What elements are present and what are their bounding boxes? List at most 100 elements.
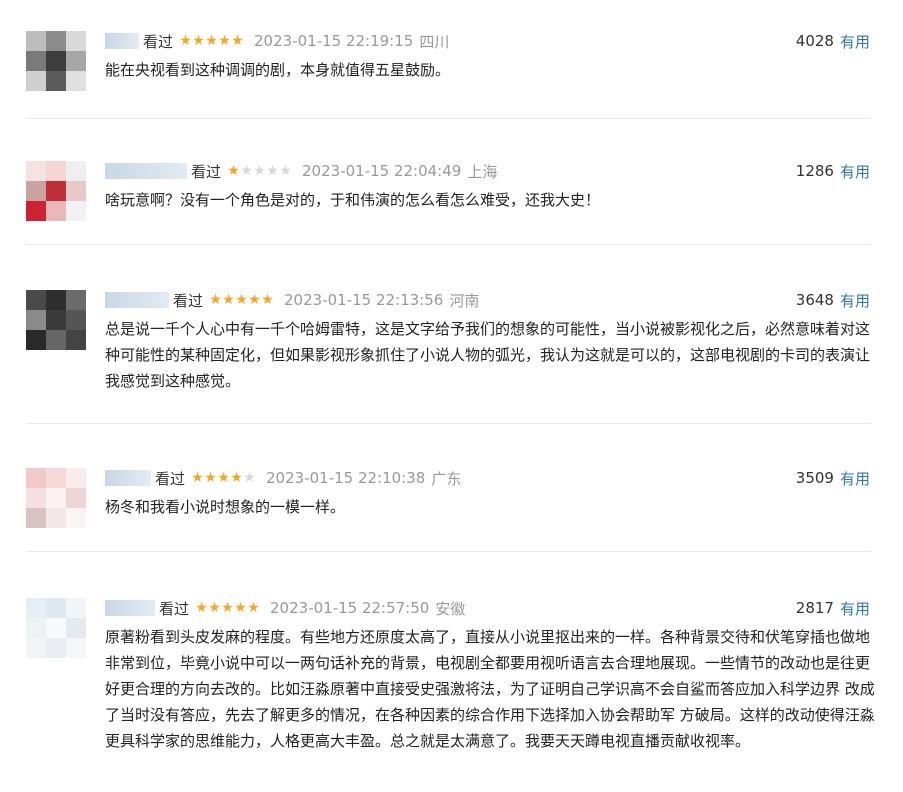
- review-content: 总是说一千个人心中有一千个哈姆雷特，这是文字给予我们的想象的可能性，当小说被影视…: [105, 320, 871, 390]
- avatar-pixel: [46, 71, 66, 91]
- username-blurred[interactable]: [105, 163, 187, 179]
- review-meta: 看过 ★ ★ ★ ★ ★ 2023-01-15 22:19:15 四川: [105, 31, 449, 51]
- star-icon: ★: [209, 292, 222, 308]
- timestamp: 2023-01-15 22:04:49: [302, 162, 462, 180]
- vote-area: 1286 有用: [796, 161, 870, 181]
- avatar-pixel: [46, 598, 66, 618]
- avatar-pixel: [46, 468, 66, 488]
- avatar-pixel: [46, 638, 66, 658]
- vote-area: 2817 有用: [796, 598, 870, 618]
- review-meta: 看过 ★ ★ ★ ★ ★ 2023-01-15 22:57:50 安徽: [105, 598, 465, 618]
- review-list: 看过 ★ ★ ★ ★ ★ 2023-01-15 22:19:15 四川 4028 有用 …: [0, 0, 903, 792]
- divider: [26, 423, 871, 424]
- avatar-pixel: [26, 290, 46, 310]
- star-icon: ★: [227, 163, 240, 179]
- star-icon: ★: [221, 600, 234, 616]
- star-icon: ★: [191, 470, 204, 486]
- avatar-pixel: [26, 330, 46, 350]
- star-icon: ★: [205, 33, 218, 49]
- vote-count: 3648: [795, 291, 834, 309]
- avatar[interactable]: [26, 598, 86, 658]
- location: 上海: [467, 162, 498, 181]
- avatar-pixel: [66, 71, 86, 91]
- star-icon: ★: [195, 600, 208, 616]
- location: 河南: [449, 291, 480, 310]
- avatar[interactable]: [26, 31, 86, 91]
- review-content: 原著粉看到头皮发麻的程度。有些地方还原度太高了，直接从小说里抠出来的一样。各种背…: [105, 628, 875, 750]
- timestamp: 2023-01-15 22:57:50: [270, 599, 430, 617]
- watched-status: 看过: [191, 162, 222, 181]
- username-blurred[interactable]: [105, 33, 139, 49]
- avatar-pixel: [66, 181, 86, 201]
- review-meta: 看过 ★ ★ ★ ★ ★ 2023-01-15 22:13:56 河南: [105, 290, 479, 310]
- star-icon: ★: [266, 163, 279, 179]
- username-blurred[interactable]: [105, 600, 155, 616]
- avatar-pixel: [66, 201, 86, 221]
- avatar-pixel: [66, 508, 86, 528]
- avatar-pixel: [66, 330, 86, 350]
- star-icon: ★: [217, 470, 230, 486]
- avatar-pixel: [26, 181, 46, 201]
- star-icon: ★: [240, 163, 253, 179]
- star-icon: ★: [279, 163, 292, 179]
- avatar[interactable]: [26, 468, 86, 528]
- useful-button[interactable]: 有用: [840, 598, 870, 619]
- avatar-pixel: [46, 201, 66, 221]
- vote-area: 4028 有用: [796, 31, 870, 51]
- useful-button[interactable]: 有用: [840, 161, 870, 182]
- star-icon: ★: [253, 163, 266, 179]
- avatar-pixel: [46, 310, 66, 330]
- star-icon: ★: [234, 600, 247, 616]
- star-rating: ★ ★ ★ ★ ★: [191, 471, 256, 485]
- avatar-pixel: [26, 310, 46, 330]
- location: 四川: [419, 32, 450, 51]
- avatar-pixel: [66, 51, 86, 71]
- avatar-pixel: [66, 310, 86, 330]
- avatar-pixel: [46, 161, 66, 181]
- star-rating: ★ ★ ★ ★ ★: [195, 601, 260, 615]
- avatar-pixel: [46, 508, 66, 528]
- username-blurred[interactable]: [105, 292, 169, 308]
- star-icon: ★: [243, 470, 256, 486]
- avatar-pixel: [66, 598, 86, 618]
- avatar[interactable]: [26, 161, 86, 221]
- star-icon: ★: [235, 292, 248, 308]
- avatar-pixel: [26, 161, 46, 181]
- star-icon: ★: [208, 600, 221, 616]
- avatar-pixel: [66, 31, 86, 51]
- location: 安徽: [435, 599, 466, 618]
- star-icon: ★: [261, 292, 274, 308]
- star-icon: ★: [248, 292, 261, 308]
- star-icon: ★: [222, 292, 235, 308]
- avatar-pixel: [26, 71, 46, 91]
- review-content: 杨冬和我看小说时想象的一模一样。: [105, 498, 346, 516]
- avatar[interactable]: [26, 290, 86, 350]
- watched-status: 看过: [173, 291, 204, 310]
- star-icon: ★: [192, 33, 205, 49]
- avatar-pixel: [66, 290, 86, 310]
- star-icon: ★: [247, 600, 260, 616]
- avatar-pixel: [66, 638, 86, 658]
- review-content: 能在央视看到这种调调的剧，本身就值得五星鼓励。: [105, 61, 451, 79]
- useful-button[interactable]: 有用: [840, 468, 870, 489]
- watched-status: 看过: [155, 469, 186, 488]
- timestamp: 2023-01-15 22:10:38: [266, 469, 426, 487]
- vote-area: 3648 有用: [796, 290, 870, 310]
- avatar-pixel: [66, 488, 86, 508]
- timestamp: 2023-01-15 22:19:15: [254, 32, 414, 50]
- divider: [26, 244, 871, 245]
- useful-button[interactable]: 有用: [840, 290, 870, 311]
- avatar-pixel: [46, 51, 66, 71]
- avatar-pixel: [66, 468, 86, 488]
- vote-count: 4028: [795, 32, 834, 50]
- avatar-pixel: [46, 488, 66, 508]
- star-rating: ★ ★ ★ ★ ★: [227, 164, 292, 178]
- avatar-pixel: [46, 330, 66, 350]
- star-icon: ★: [204, 470, 217, 486]
- useful-button[interactable]: 有用: [840, 31, 870, 52]
- avatar-pixel: [26, 618, 46, 638]
- avatar-pixel: [26, 638, 46, 658]
- avatar-pixel: [26, 201, 46, 221]
- avatar-pixel: [26, 598, 46, 618]
- username-blurred[interactable]: [105, 470, 151, 486]
